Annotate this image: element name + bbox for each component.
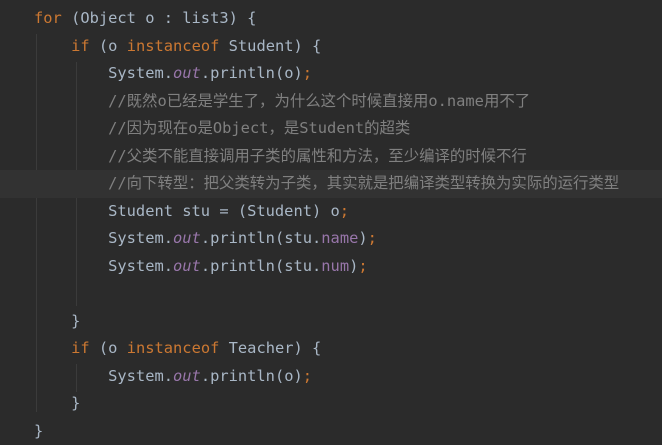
code-line[interactable]: //因为现在o是Object，是Student的超类 [0,115,662,143]
code-token: (Object o : list3) { [62,9,257,27]
code-token: ; [368,229,377,247]
code-line[interactable] [0,280,662,308]
code-token: //父类不能直接调用子类的属性和方法，至少编译的时候不行 [34,147,527,165]
code-token: for [34,9,62,27]
code-token: name [321,229,358,247]
code-token: (o [90,37,127,55]
code-line[interactable]: } [0,308,662,336]
code-line[interactable]: //向下转型：把父类转为子类，其实就是把编译类型转换为实际的运行类型 [0,170,662,198]
code-token: System. [34,367,173,385]
code-token: out [173,257,201,275]
code-token: Student stu = (Student) o [34,202,340,220]
code-line[interactable]: System.out.println(stu.name); [0,225,662,253]
code-token: ; [303,367,312,385]
code-token: if [71,339,90,357]
code-line[interactable]: Student stu = (Student) o; [0,198,662,226]
code-token: instanceof [127,37,220,55]
code-line[interactable]: } [0,418,662,445]
code-token: out [173,64,201,82]
code-token: out [173,367,201,385]
code-token: System. [34,257,173,275]
code-token: ; [340,202,349,220]
code-editor[interactable]: for (Object o : list3) { if (o instanceo… [0,0,662,426]
code-token: instanceof [127,339,220,357]
code-token: (o [90,339,127,357]
code-token: Student) { [219,37,321,55]
code-token [34,339,71,357]
code-token: Teacher) { [219,339,321,357]
code-token: if [71,37,90,55]
code-line[interactable]: System.out.println(o); [0,60,662,88]
code-token: ; [358,257,367,275]
code-token: //向下转型：把父类转为子类，其实就是把编译类型转换为实际的运行类型 [34,174,619,192]
code-line[interactable]: for (Object o : list3) { [0,5,662,33]
code-token: ; [303,64,312,82]
code-token [34,37,71,55]
code-token: ) [358,229,367,247]
code-line[interactable]: //父类不能直接调用子类的属性和方法，至少编译的时候不行 [0,143,662,171]
code-line[interactable]: if (o instanceof Teacher) { [0,335,662,363]
code-line[interactable]: } [0,390,662,418]
code-token: .println(stu. [201,229,321,247]
code-line[interactable]: System.out.println(stu.num); [0,253,662,281]
code-token: } [34,312,80,330]
code-token: } [34,422,43,440]
code-token: .println(stu. [201,257,321,275]
code-token: System. [34,229,173,247]
code-line[interactable]: if (o instanceof Student) { [0,33,662,61]
code-line[interactable]: //既然o已经是学生了，为什么这个时候直接用o.name用不了 [0,88,662,116]
code-token: .println(o) [201,367,303,385]
code-token: .println(o) [201,64,303,82]
code-token: out [173,229,201,247]
code-token: System. [34,64,173,82]
code-token: //既然o已经是学生了，为什么这个时候直接用o.name用不了 [34,92,530,110]
code-token: } [34,394,80,412]
code-token: //因为现在o是Object，是Student的超类 [34,119,410,137]
code-token: num [321,257,349,275]
code-line[interactable]: System.out.println(o); [0,363,662,391]
code-token: ) [349,257,358,275]
